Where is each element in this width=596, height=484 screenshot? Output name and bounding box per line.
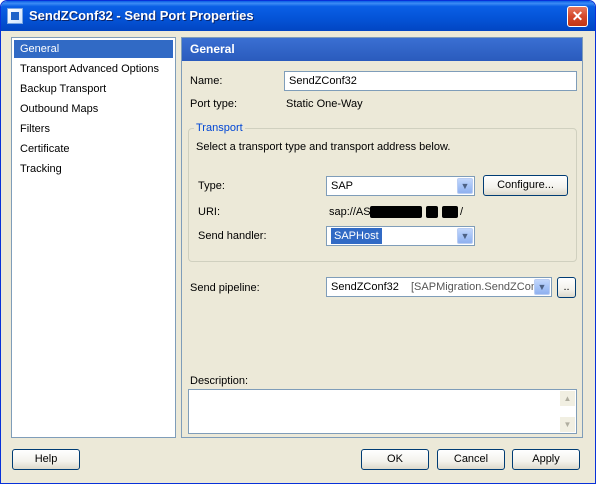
uri-redaction (426, 206, 438, 218)
chevron-down-icon[interactable]: ▼ (534, 279, 550, 295)
send-pipeline-select[interactable]: SendZConf32 [SAPMigration.SendZConf3: ▼ (326, 277, 552, 297)
panel-header: General (182, 38, 582, 61)
app-icon (7, 8, 23, 24)
send-handler-value: SAPHost (331, 228, 382, 244)
port-type-label: Port type: (190, 98, 238, 110)
transport-instructions: Select a transport type and transport ad… (196, 141, 451, 153)
cancel-button[interactable]: Cancel (437, 449, 505, 470)
nav-item-outbound-maps[interactable]: Outbound Maps (14, 100, 173, 118)
close-button[interactable]: ✕ (567, 6, 588, 27)
nav-item-backup-transport[interactable]: Backup Transport (14, 80, 173, 98)
property-nav-list: General Transport Advanced Options Backu… (11, 37, 176, 438)
name-label: Name: (190, 75, 223, 87)
configure-button[interactable]: Configure... (483, 175, 568, 196)
title-bar[interactable]: SendZConf32 - Send Port Properties ✕ (1, 1, 595, 31)
nav-item-certificate[interactable]: Certificate (14, 140, 173, 158)
send-pipeline-name: SendZConf32 (331, 281, 399, 293)
name-input[interactable]: SendZConf32 (284, 71, 577, 91)
description-label: Description: (190, 375, 249, 387)
transport-type-select[interactable]: SAP ▼ (326, 176, 475, 196)
chevron-down-icon[interactable]: ▼ (457, 178, 473, 194)
help-button[interactable]: Help (12, 449, 80, 470)
uri-value-suffix: / (460, 206, 464, 218)
description-textarea[interactable]: ▲ ▼ (188, 389, 577, 434)
send-port-properties-dialog: SendZConf32 - Send Port Properties ✕ Gen… (0, 0, 596, 484)
window-title: SendZConf32 - Send Port Properties (29, 8, 254, 23)
port-type-value: Static One-Way (286, 98, 363, 110)
nav-item-general[interactable]: General (14, 40, 173, 58)
ok-button[interactable]: OK (361, 449, 429, 470)
uri-redaction (442, 206, 458, 218)
uri-value-prefix: sap://AS (329, 206, 371, 218)
scroll-up-icon[interactable]: ▲ (560, 391, 575, 406)
nav-item-tracking[interactable]: Tracking (14, 160, 173, 178)
uri-redaction (370, 206, 422, 218)
scroll-down-icon[interactable]: ▼ (560, 417, 575, 432)
nav-item-transport-advanced-options[interactable]: Transport Advanced Options (14, 60, 173, 78)
send-pipeline-assembly: [SAPMigration.SendZConf3: (411, 281, 550, 293)
chevron-down-icon[interactable]: ▼ (457, 228, 473, 244)
apply-button[interactable]: Apply (512, 449, 580, 470)
type-label: Type: (198, 180, 225, 192)
transport-group-title: Transport (194, 122, 245, 134)
transport-type-value: SAP (331, 180, 354, 192)
pipeline-browse-button[interactable]: .. (557, 277, 576, 298)
send-handler-label: Send handler: (198, 230, 267, 242)
nav-item-filters[interactable]: Filters (14, 120, 173, 138)
general-panel: General Name: SendZConf32 Port type: Sta… (181, 37, 583, 438)
uri-label: URI: (198, 206, 220, 218)
send-pipeline-label: Send pipeline: (190, 282, 260, 294)
send-handler-select[interactable]: SAPHost ▼ (326, 226, 475, 246)
